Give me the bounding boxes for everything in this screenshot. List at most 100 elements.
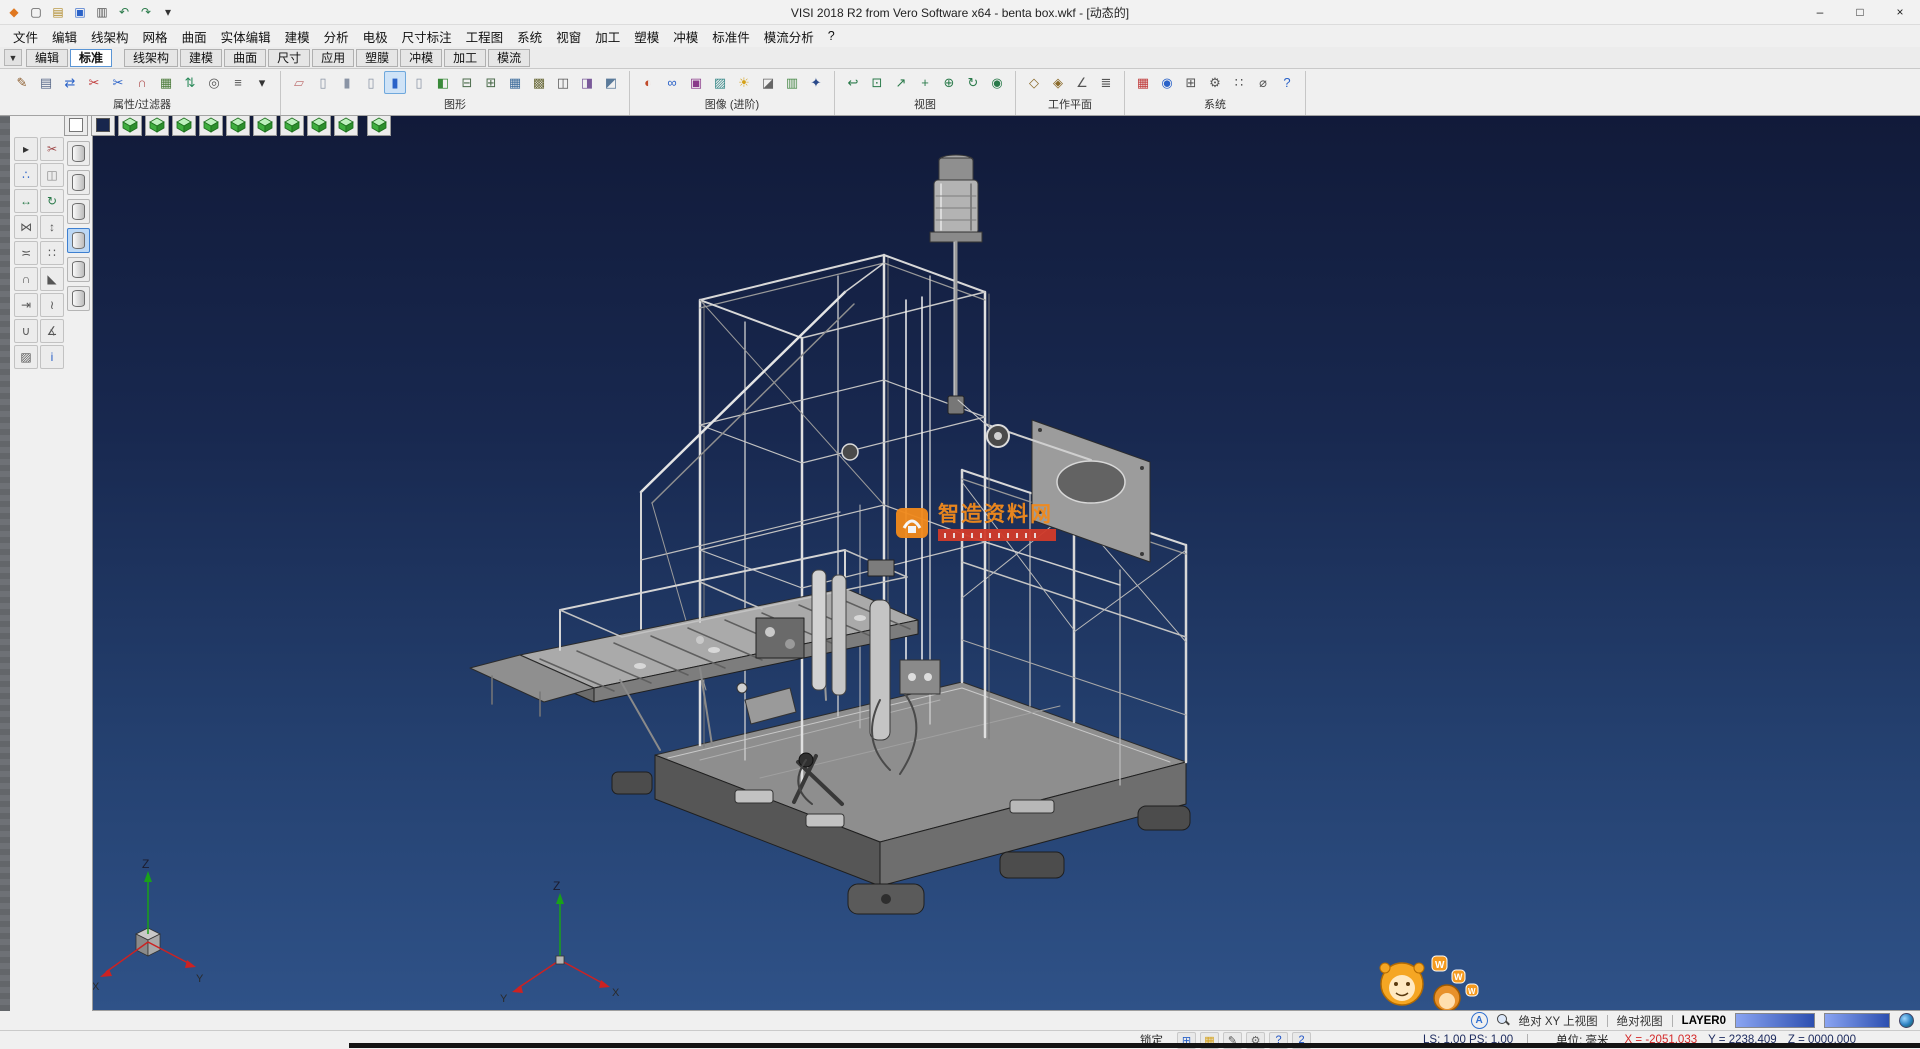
scene-db-icon[interactable] bbox=[67, 228, 90, 253]
toolbar-icon[interactable]: ◪ bbox=[757, 71, 779, 94]
toolbar-icon[interactable]: ⌀ bbox=[1252, 71, 1274, 94]
context-tab[interactable]: 塑膜 bbox=[356, 49, 398, 67]
menu-item[interactable]: 塑模 bbox=[627, 25, 666, 48]
left-tool-icon[interactable]: ↕ bbox=[40, 215, 64, 239]
quick-access-icon[interactable]: ▣ bbox=[70, 3, 90, 21]
toolbar-icon[interactable]: ▦ bbox=[1132, 71, 1154, 94]
toolbar-icon[interactable]: ◈ bbox=[1047, 71, 1069, 94]
toolbar-icon[interactable]: ▾ bbox=[251, 71, 273, 94]
menu-item[interactable]: 视窗 bbox=[549, 25, 588, 48]
menu-item[interactable]: 标准件 bbox=[705, 25, 757, 48]
toolbar-icon[interactable]: ✂ bbox=[107, 71, 129, 94]
context-tab[interactable]: 线架构 bbox=[124, 49, 178, 67]
iso-view-cube-icon[interactable] bbox=[253, 114, 277, 136]
quick-access-icon[interactable]: ▢ bbox=[26, 3, 46, 21]
online-globe-icon[interactable] bbox=[1899, 1013, 1914, 1028]
menu-item[interactable]: 文件 bbox=[6, 25, 45, 48]
quick-access-icon[interactable]: ↶ bbox=[114, 3, 134, 21]
iso-view-cube-icon[interactable] bbox=[226, 114, 250, 136]
left-tool-icon[interactable]: ↻ bbox=[40, 189, 64, 213]
menu-item[interactable]: 工程图 bbox=[459, 25, 511, 48]
context-tab[interactable]: 建模 bbox=[180, 49, 222, 67]
annotation-a-icon[interactable]: A bbox=[1471, 1012, 1488, 1029]
toolbar-icon[interactable]: ⊕ bbox=[938, 71, 960, 94]
quick-access-icon[interactable]: ▥ bbox=[92, 3, 112, 21]
iso-view-cube-icon[interactable] bbox=[145, 114, 169, 136]
left-tool-icon[interactable]: ∩ bbox=[14, 267, 38, 291]
toolbar-icon[interactable]: ⚙ bbox=[1204, 71, 1226, 94]
menu-item[interactable]: 建模 bbox=[278, 25, 317, 48]
scene-db-icon[interactable] bbox=[67, 170, 90, 195]
menu-item[interactable]: 曲面 bbox=[175, 25, 214, 48]
toolbar-icon[interactable]: ▮ bbox=[336, 71, 358, 94]
context-tab[interactable]: 模流 bbox=[488, 49, 530, 67]
toolbar-icon[interactable]: ✎ bbox=[11, 71, 33, 94]
left-tool-icon[interactable]: ∴ bbox=[14, 163, 38, 187]
toolbar-icon[interactable]: ↗ bbox=[890, 71, 912, 94]
iso-view-cube-icon[interactable] bbox=[280, 114, 304, 136]
toolbar-icon[interactable]: ? bbox=[1276, 71, 1298, 94]
iso-view-cube-icon[interactable] bbox=[172, 114, 196, 136]
left-tool-icon[interactable]: ⋈ bbox=[14, 215, 38, 239]
toolbar-icon[interactable]: ☀ bbox=[733, 71, 755, 94]
toolbar-icon[interactable]: ◇ bbox=[1023, 71, 1045, 94]
toolbar-icon[interactable]: ✂ bbox=[83, 71, 105, 94]
iso-view-cube-icon[interactable] bbox=[118, 114, 142, 136]
menu-item[interactable]: 加工 bbox=[588, 25, 627, 48]
context-tab[interactable]: 尺寸 bbox=[268, 49, 310, 67]
menu-item[interactable]: 电极 bbox=[356, 25, 395, 48]
window-control-button[interactable]: – bbox=[1800, 1, 1840, 24]
toolbar-icon[interactable]: ▨ bbox=[709, 71, 731, 94]
quick-access-icon[interactable]: ▤ bbox=[48, 3, 68, 21]
magnifier-icon[interactable] bbox=[1497, 1014, 1510, 1027]
toolbar-icon[interactable]: ▣ bbox=[685, 71, 707, 94]
toolbar-icon[interactable]: ▯ bbox=[408, 71, 430, 94]
toolbar-icon[interactable]: ◩ bbox=[600, 71, 622, 94]
left-tool-icon[interactable]: i bbox=[40, 345, 64, 369]
context-tab[interactable]: 应用 bbox=[312, 49, 354, 67]
left-tool-icon[interactable]: ≍ bbox=[14, 241, 38, 265]
left-tool-icon[interactable]: ◣ bbox=[40, 267, 64, 291]
left-tool-icon[interactable]: ▸ bbox=[14, 137, 38, 161]
menu-item[interactable]: 线架构 bbox=[84, 25, 136, 48]
left-tool-icon[interactable]: ◫ bbox=[40, 163, 64, 187]
menu-item[interactable]: ? bbox=[821, 27, 842, 45]
left-tool-icon[interactable]: ∡ bbox=[40, 319, 64, 343]
toolbar-icon[interactable]: ↻ bbox=[962, 71, 984, 94]
absolute-view2-label[interactable]: 绝对视图 bbox=[1617, 1013, 1663, 1029]
tab-dropdown-icon[interactable]: ▼ bbox=[4, 49, 22, 66]
window-control-button[interactable]: □ bbox=[1840, 1, 1880, 24]
iso-view-cube-icon[interactable] bbox=[334, 114, 358, 136]
left-tool-icon[interactable]: ↔ bbox=[14, 189, 38, 213]
toolbar-icon[interactable]: + bbox=[914, 71, 936, 94]
toolbar-icon[interactable]: ▤ bbox=[35, 71, 57, 94]
context-tab[interactable]: 编辑 bbox=[26, 49, 68, 67]
left-tool-icon[interactable]: ✂ bbox=[40, 137, 64, 161]
toolbar-icon[interactable]: ◫ bbox=[552, 71, 574, 94]
quick-access-icon[interactable]: ▾ bbox=[158, 3, 178, 21]
shaded-mode-icon[interactable] bbox=[64, 114, 88, 136]
context-tab[interactable]: 加工 bbox=[444, 49, 486, 67]
toolbar-icon[interactable]: ⇅ bbox=[179, 71, 201, 94]
absolute-view-label[interactable]: 绝对 XY 上视图 bbox=[1519, 1013, 1598, 1029]
menu-item[interactable]: 网格 bbox=[136, 25, 175, 48]
scene-db-icon[interactable] bbox=[67, 257, 90, 282]
quick-access-icon[interactable]: ◆ bbox=[4, 3, 24, 21]
menu-item[interactable]: 实体编辑 bbox=[214, 25, 278, 48]
menu-item[interactable]: 模流分析 bbox=[757, 25, 821, 48]
iso-view-cube-icon[interactable] bbox=[307, 114, 331, 136]
toolbar-icon[interactable]: ↩ bbox=[842, 71, 864, 94]
toolbar-icon[interactable]: ▮ bbox=[384, 71, 406, 94]
menu-item[interactable]: 冲模 bbox=[666, 25, 705, 48]
context-tab[interactable]: 曲面 bbox=[224, 49, 266, 67]
left-tool-icon[interactable]: ▨ bbox=[14, 345, 38, 369]
iso-view-cube-icon[interactable] bbox=[367, 114, 391, 136]
toolbar-icon[interactable]: ▦ bbox=[155, 71, 177, 94]
menu-item[interactable]: 尺寸标注 bbox=[395, 25, 459, 48]
toolbar-icon[interactable]: ▩ bbox=[528, 71, 550, 94]
iso-view-cube-icon[interactable] bbox=[199, 114, 223, 136]
menu-item[interactable]: 编辑 bbox=[45, 25, 84, 48]
window-control-button[interactable]: × bbox=[1880, 1, 1920, 24]
toolbar-icon[interactable]: ∩ bbox=[131, 71, 153, 94]
menu-item[interactable]: 分析 bbox=[317, 25, 356, 48]
